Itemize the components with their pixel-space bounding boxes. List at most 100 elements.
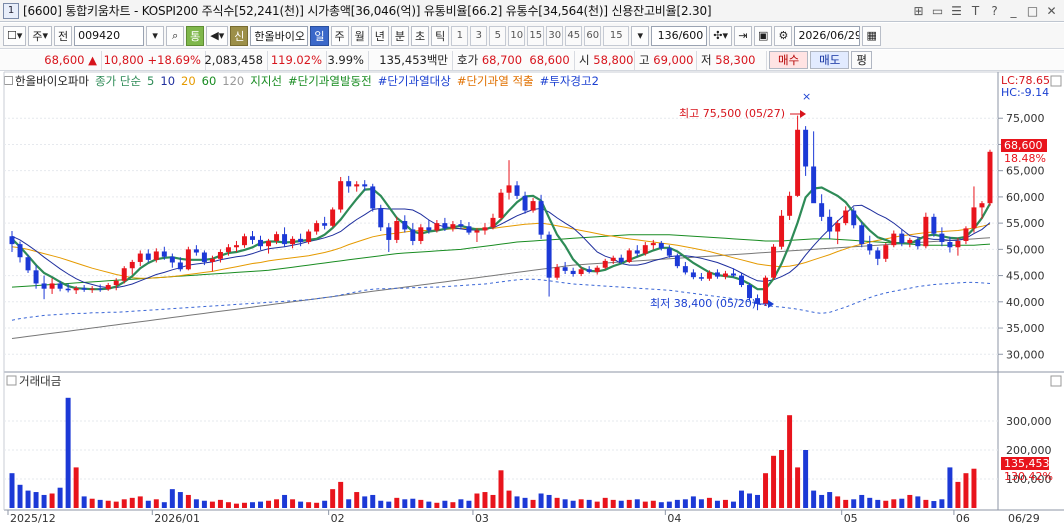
window-number-badge[interactable]: 1 [3, 2, 19, 19]
panel-expand-icon[interactable] [1050, 75, 1062, 87]
menu-toggle-icon[interactable]: ☐▾ [3, 25, 27, 46]
interval-1[interactable]: 1 [451, 25, 469, 46]
moving-average-lines [11, 186, 991, 339]
period-minute[interactable]: 분 [390, 25, 410, 46]
volume-checkbox-icon[interactable] [6, 375, 17, 386]
volume-bar [610, 499, 616, 508]
speaker-icon[interactable]: ◀▾ [206, 25, 229, 46]
price-tick-label: 65,000 [1006, 165, 1045, 178]
sin-button[interactable]: 신 [230, 25, 249, 46]
restore-icon[interactable]: ▭ [929, 2, 946, 19]
volume-bar [586, 499, 592, 508]
period-day[interactable]: 일 [310, 25, 329, 46]
interval-5[interactable]: 5 [489, 25, 507, 46]
candle-body [875, 250, 881, 259]
interval-45[interactable]: 45 [565, 25, 583, 46]
volume-bar [674, 499, 680, 508]
legend-ma20[interactable]: 20 [181, 74, 196, 88]
menu-icon[interactable]: ☰ [948, 2, 965, 19]
search-icon[interactable]: ⌕ [166, 25, 185, 46]
next-icon[interactable]: ⇥ [734, 25, 753, 46]
maximize-icon[interactable]: □ [1024, 2, 1041, 19]
legend-tag-4[interactable]: #투자경고2 [540, 73, 599, 89]
volume-bar [803, 450, 809, 508]
period-second[interactable]: 초 [411, 25, 430, 46]
current-pct-text: 18.48% [1004, 152, 1046, 165]
candle-body [306, 231, 312, 243]
candle-body [354, 184, 360, 187]
interval-15[interactable]: 15 [527, 25, 545, 46]
interval-3[interactable]: 3 [470, 25, 488, 46]
settings-icon[interactable]: ⚙ [774, 25, 793, 46]
price-tick-label: 30,000 [1006, 348, 1045, 361]
save-icon[interactable]: ▣ [754, 25, 773, 46]
period-month[interactable]: 월 [350, 25, 369, 46]
period-tick[interactable]: 틱 [431, 25, 450, 46]
volume-bar [161, 502, 167, 508]
candle-body [979, 203, 985, 208]
volume-bar [923, 499, 929, 508]
help-icon[interactable]: ? [986, 2, 1003, 19]
volume-bar [755, 494, 761, 508]
legend-ma120[interactable]: 120 [222, 74, 244, 88]
volume-bar [730, 501, 736, 508]
volume-expand-icon[interactable] [1050, 375, 1062, 387]
text-icon[interactable]: T [967, 2, 984, 19]
tong-button[interactable]: 통 [186, 25, 205, 46]
period-year[interactable]: 년 [370, 25, 389, 46]
candle-body [161, 251, 167, 257]
legend-ma10[interactable]: 10 [160, 74, 175, 88]
stock-name-field[interactable]: 한올바이오 [250, 25, 309, 46]
candle-body [867, 244, 873, 251]
date-field[interactable]: 2026/06/29 [794, 25, 861, 46]
interval-custom[interactable]: 15 [603, 25, 630, 46]
legend-tag-1[interactable]: #단기과열발동전 [288, 73, 372, 89]
x-marker-icon: × [802, 90, 811, 103]
x-tick-label: 06/29 [1008, 512, 1040, 525]
sell-button[interactable]: 매도 [810, 51, 850, 69]
buy-button[interactable]: 매수 [769, 51, 809, 69]
close-icon[interactable]: ✕ [1043, 2, 1060, 19]
candle-body [578, 269, 584, 275]
price-tick-label: 55,000 [1006, 217, 1045, 230]
minimize-icon[interactable]: _ [1005, 2, 1022, 19]
legend-tag-2[interactable]: #단기과열대상 [378, 73, 451, 89]
interval-60[interactable]: 60 [584, 25, 602, 46]
candle-body [626, 250, 632, 262]
candle-body [827, 216, 833, 232]
checkbox-icon [4, 76, 13, 85]
candle-body [843, 210, 849, 224]
legend-support[interactable]: 지지선 [250, 73, 282, 89]
volume-bar [129, 497, 135, 508]
legend-ma5[interactable]: 5 [147, 74, 154, 88]
calendar-icon[interactable]: ▦ [862, 25, 881, 46]
interval-10[interactable]: 10 [508, 25, 526, 46]
legend-ma[interactable]: 종가 단순 [95, 73, 141, 89]
code-input[interactable]: 009420 [74, 25, 145, 46]
legend-tag-3[interactable]: #단기과열 적출 [457, 73, 534, 89]
market-type-label: 주 [32, 29, 43, 43]
count-field[interactable]: 136/600 [651, 25, 708, 46]
interval-dropdown-icon[interactable]: ▾ [631, 25, 650, 46]
legend-stock[interactable]: 한올바이오파마 [4, 73, 89, 89]
code-dropdown-icon[interactable]: ▾ [146, 25, 165, 46]
current-price-tag-text: 68,600 [1004, 139, 1043, 152]
layout-icon[interactable]: ⊞ [910, 2, 927, 19]
interval-30[interactable]: 30 [546, 25, 564, 46]
market-type-select[interactable]: 주 ▾ [28, 25, 53, 46]
volume-bar [217, 499, 223, 508]
price-tick-label: 45,000 [1006, 270, 1045, 283]
candle-body [602, 260, 608, 268]
candle-body [33, 270, 39, 284]
period-week[interactable]: 주 [330, 25, 349, 46]
candle-body [923, 216, 929, 247]
volume-bar [362, 496, 368, 508]
candle-body [298, 238, 304, 243]
volume-bar [490, 494, 496, 508]
volume-bar [258, 501, 263, 508]
legend-ma60[interactable]: 60 [202, 74, 217, 88]
crosshair-icon[interactable]: ✣▾ [709, 25, 733, 46]
prev-button[interactable]: 전 [54, 25, 73, 46]
candle-body [217, 251, 223, 259]
eval-button[interactable]: 평 [851, 51, 872, 69]
